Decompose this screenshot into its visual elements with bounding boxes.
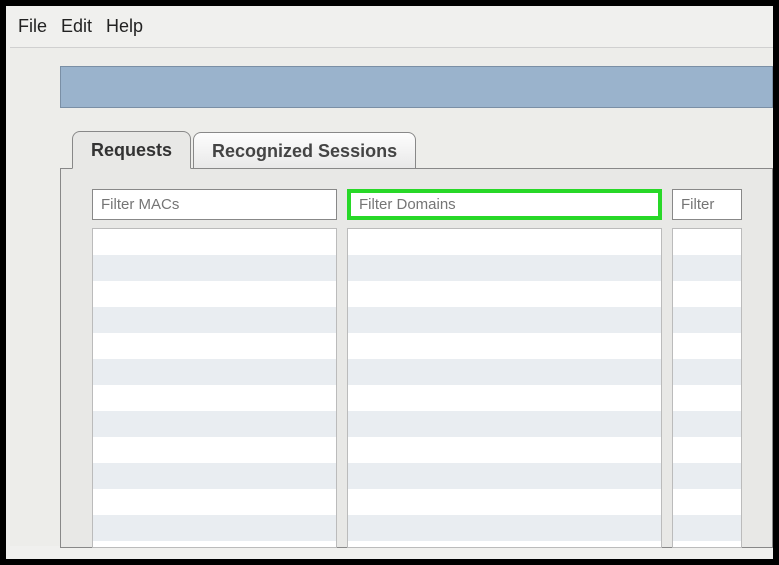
list-item bbox=[348, 489, 661, 515]
list-item bbox=[348, 307, 661, 333]
list-item bbox=[673, 281, 741, 307]
columns bbox=[92, 189, 772, 548]
list-item bbox=[93, 437, 336, 463]
list-item bbox=[348, 515, 661, 541]
list-item bbox=[93, 359, 336, 385]
filter-macs-input[interactable] bbox=[92, 189, 337, 220]
list-item bbox=[673, 437, 741, 463]
list-item bbox=[93, 307, 336, 333]
list-item bbox=[348, 333, 661, 359]
list-item bbox=[348, 437, 661, 463]
menu-bar: File Edit Help bbox=[10, 11, 773, 48]
list-item bbox=[93, 255, 336, 281]
third-list[interactable] bbox=[672, 228, 742, 548]
list-item bbox=[93, 333, 336, 359]
menu-file[interactable]: File bbox=[18, 16, 47, 37]
list-item bbox=[673, 385, 741, 411]
column-macs bbox=[92, 189, 337, 548]
list-item bbox=[673, 541, 741, 548]
macs-list[interactable] bbox=[92, 228, 337, 548]
list-item bbox=[93, 489, 336, 515]
list-item bbox=[348, 359, 661, 385]
list-item bbox=[673, 307, 741, 333]
list-item bbox=[348, 281, 661, 307]
column-domains bbox=[347, 189, 662, 548]
list-item bbox=[348, 385, 661, 411]
list-item bbox=[93, 463, 336, 489]
column-third bbox=[672, 189, 742, 548]
list-item bbox=[93, 411, 336, 437]
list-item bbox=[673, 515, 741, 541]
menu-help[interactable]: Help bbox=[106, 16, 143, 37]
app-window: File Edit Help Requests Recognized Sessi… bbox=[0, 0, 779, 565]
tab-panel-requests bbox=[60, 168, 773, 548]
content-area: Requests Recognized Sessions bbox=[10, 48, 773, 546]
list-item bbox=[673, 463, 741, 489]
list-item bbox=[93, 229, 336, 255]
list-item bbox=[348, 411, 661, 437]
filter-domains-input[interactable] bbox=[347, 189, 662, 220]
tab-requests[interactable]: Requests bbox=[72, 131, 191, 169]
list-item bbox=[673, 489, 741, 515]
list-item bbox=[673, 229, 741, 255]
tabs-container: Requests Recognized Sessions bbox=[72, 130, 773, 168]
top-banner bbox=[60, 66, 773, 108]
list-item bbox=[673, 333, 741, 359]
list-item bbox=[348, 463, 661, 489]
list-item bbox=[348, 229, 661, 255]
list-item bbox=[93, 281, 336, 307]
list-item bbox=[673, 411, 741, 437]
list-item bbox=[348, 255, 661, 281]
list-item bbox=[673, 359, 741, 385]
list-item bbox=[93, 541, 336, 548]
list-item bbox=[673, 255, 741, 281]
list-item bbox=[93, 385, 336, 411]
list-item bbox=[93, 515, 336, 541]
list-item bbox=[348, 541, 661, 548]
filter-third-input[interactable] bbox=[672, 189, 742, 220]
menu-edit[interactable]: Edit bbox=[61, 16, 92, 37]
domains-list[interactable] bbox=[347, 228, 662, 548]
tab-recognized-sessions[interactable]: Recognized Sessions bbox=[193, 132, 416, 169]
